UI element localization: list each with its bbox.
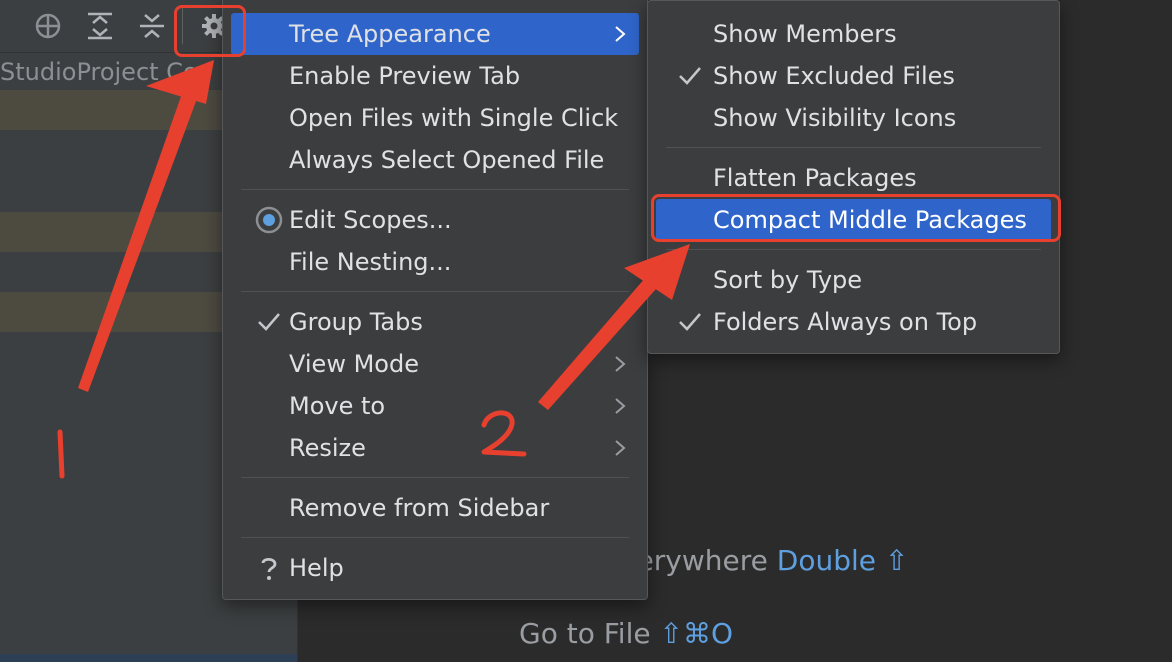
menu-item-always-select-opened-file[interactable]: Always Select Opened File: [231, 139, 639, 181]
menu-item-remove-from-sidebar[interactable]: Remove from Sidebar: [231, 487, 639, 529]
menu-separator: [241, 537, 629, 538]
checkmark-icon: [679, 67, 701, 85]
submenu-item-flatten-packages[interactable]: Flatten Packages: [656, 157, 1051, 199]
menu-separator: [666, 249, 1041, 250]
checkmark-icon: [679, 313, 701, 331]
go-to-file-shortcut: ⇧⌘O: [659, 617, 734, 650]
question-mark-icon: [261, 557, 277, 580]
submenu-item-sort-by-type[interactable]: Sort by Type: [656, 259, 1051, 301]
chevron-right-icon: [615, 398, 626, 414]
collapse-all-icon[interactable]: [136, 10, 168, 42]
locate-icon[interactable]: [32, 10, 64, 42]
compact-packages-highlight-box: [651, 194, 1061, 242]
tree-appearance-submenu: Show Members Show Excluded Files Show Vi…: [647, 0, 1060, 354]
menu-item-tree-appearance[interactable]: Tree Appearance: [231, 13, 639, 55]
menu-item-group-tabs[interactable]: Group Tabs: [231, 301, 639, 343]
menu-item-edit-scopes[interactable]: Edit Scopes...: [231, 199, 639, 241]
chevron-right-icon: [615, 440, 626, 456]
chevron-right-icon: [615, 356, 626, 372]
menu-item-open-files-single-click[interactable]: Open Files with Single Click: [231, 97, 639, 139]
submenu-item-show-excluded-files[interactable]: Show Excluded Files: [656, 55, 1051, 97]
menu-separator: [666, 147, 1041, 148]
go-to-file-label: Go to File: [519, 617, 651, 650]
menu-item-help[interactable]: Help: [231, 547, 639, 589]
submenu-item-folders-always-on-top[interactable]: Folders Always on Top: [656, 301, 1051, 343]
search-everywhere-shortcut: Double ⇧: [776, 544, 909, 577]
menu-item-file-nesting[interactable]: File Nesting...: [231, 241, 639, 283]
menu-separator: [241, 189, 629, 190]
panel-bottom-strip: [0, 654, 297, 662]
scope-icon: [255, 206, 283, 234]
search-everywhere-hint: verywhere Double ⇧: [620, 544, 908, 577]
checkmark-icon: [258, 313, 280, 331]
menu-item-view-mode[interactable]: View Mode: [231, 343, 639, 385]
menu-separator: [241, 477, 629, 478]
project-path-text: StudioProject Cor: [0, 58, 208, 86]
submenu-item-show-members[interactable]: Show Members: [656, 13, 1051, 55]
chevron-right-icon: [615, 26, 626, 42]
menu-item-enable-preview-tab[interactable]: Enable Preview Tab: [231, 55, 639, 97]
menu-separator: [241, 291, 629, 292]
expand-all-icon[interactable]: [84, 10, 116, 42]
go-to-file-hint: Go to File ⇧⌘O: [519, 617, 733, 650]
menu-item-resize[interactable]: Resize: [231, 427, 639, 469]
options-menu: Tree Appearance Enable Preview Tab Open …: [222, 0, 648, 600]
submenu-item-show-visibility-icons[interactable]: Show Visibility Icons: [656, 97, 1051, 139]
gear-highlight-box: [174, 5, 246, 57]
menu-item-move-to[interactable]: Move to: [231, 385, 639, 427]
